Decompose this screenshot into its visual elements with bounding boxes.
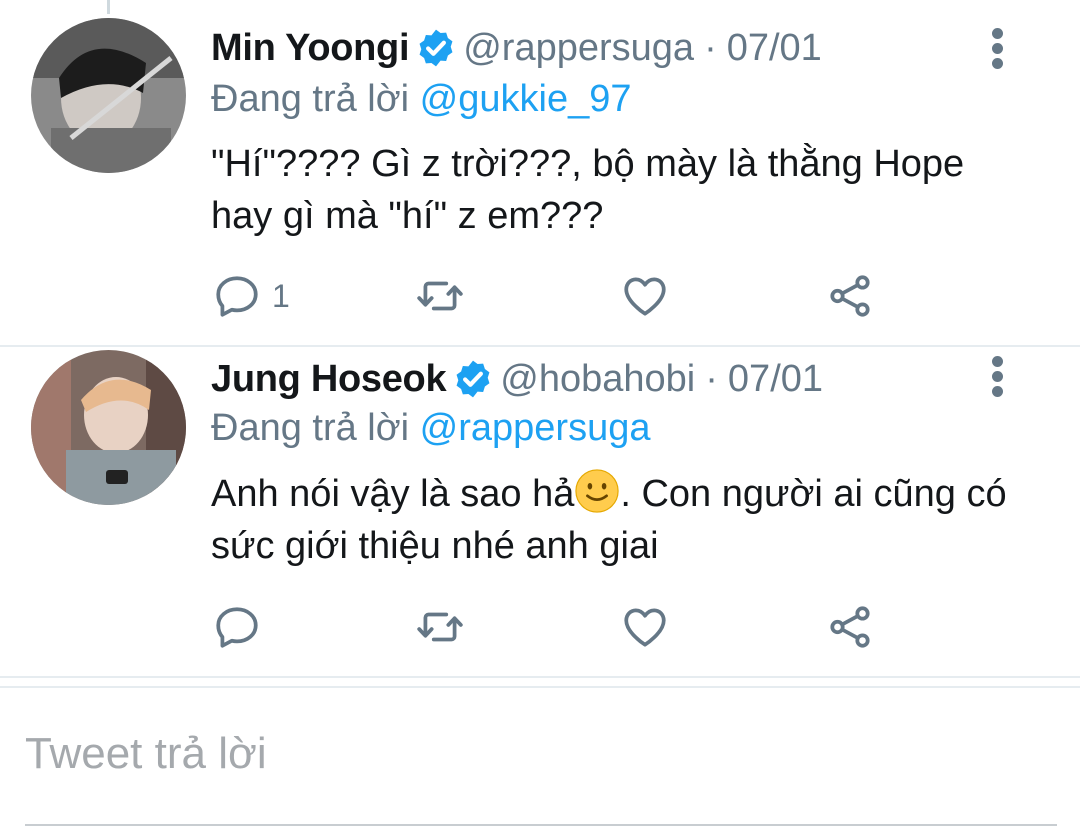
- reply-icon: [216, 607, 258, 648]
- tweet-divider: [0, 345, 1080, 347]
- separator-dot: ·: [705, 358, 718, 400]
- like-icon: [624, 277, 666, 316]
- retweet-icon: [417, 281, 463, 311]
- tweet-date[interactable]: 07/01: [728, 356, 823, 402]
- reply-button[interactable]: [212, 597, 272, 657]
- thread-connector-line: [107, 0, 110, 14]
- share-button[interactable]: [825, 266, 875, 326]
- user-handle[interactable]: @rappersuga: [463, 25, 694, 71]
- mention-link[interactable]: @rappersuga: [420, 407, 651, 449]
- like-button[interactable]: [620, 266, 670, 326]
- share-icon: [830, 606, 870, 648]
- tweet-actions: 1: [0, 266, 1080, 326]
- more-options-icon[interactable]: [986, 354, 1010, 398]
- compose-divider: [0, 686, 1080, 688]
- display-name[interactable]: Min Yoongi: [211, 25, 410, 71]
- like-icon: [624, 608, 666, 647]
- reply-input-underline: [25, 824, 1057, 826]
- reply-button[interactable]: 1: [212, 266, 290, 326]
- reply-input[interactable]: Tweet trả lời: [25, 728, 267, 780]
- retweet-button[interactable]: [415, 266, 465, 326]
- replying-to: Đang trả lời @gukkie_97: [211, 76, 632, 122]
- retweet-button[interactable]: [415, 597, 465, 657]
- tweet-text-part: Anh nói vậy là sao hả: [211, 473, 575, 515]
- avatar[interactable]: [31, 18, 186, 173]
- separator-dot: ·: [704, 27, 717, 69]
- tweet-divider: [0, 676, 1080, 678]
- tweet-text: Anh nói vậy là sao hả. Con người ai cũng…: [211, 468, 1031, 572]
- tweet[interactable]: Min Yoongi @rappersuga · 07/01 Đang trả …: [0, 0, 1080, 340]
- verified-badge-icon: [419, 29, 453, 67]
- share-icon: [830, 275, 870, 317]
- reply-count: 1: [272, 277, 290, 314]
- tweet-header: Jung Hoseok @hobahobi · 07/01: [211, 356, 823, 402]
- tweet[interactable]: Jung Hoseok @hobahobi · 07/01 Đang trả l…: [0, 340, 1080, 668]
- tweet-text: "Hí"???? Gì z trời???, bộ mày là thằng H…: [211, 143, 965, 237]
- user-handle[interactable]: @hobahobi: [500, 356, 695, 402]
- replying-prefix: Đang trả lời: [211, 78, 410, 120]
- avatar[interactable]: [31, 350, 186, 505]
- reply-icon: [216, 276, 258, 317]
- slightly-smiling-face-icon: [575, 469, 620, 513]
- replying-to: Đang trả lời @rappersuga: [211, 405, 651, 451]
- tweet-header: Min Yoongi @rappersuga · 07/01: [211, 25, 822, 71]
- display-name[interactable]: Jung Hoseok: [211, 356, 447, 402]
- replying-prefix: Đang trả lời: [211, 407, 410, 449]
- mention-link[interactable]: @gukkie_97: [420, 78, 632, 120]
- tweet-actions: [0, 597, 1080, 657]
- share-button[interactable]: [825, 597, 875, 657]
- retweet-icon: [417, 612, 463, 642]
- tweet-date[interactable]: 07/01: [727, 25, 822, 71]
- like-button[interactable]: [620, 597, 670, 657]
- more-options-icon[interactable]: [986, 26, 1010, 70]
- verified-badge-icon: [456, 360, 490, 398]
